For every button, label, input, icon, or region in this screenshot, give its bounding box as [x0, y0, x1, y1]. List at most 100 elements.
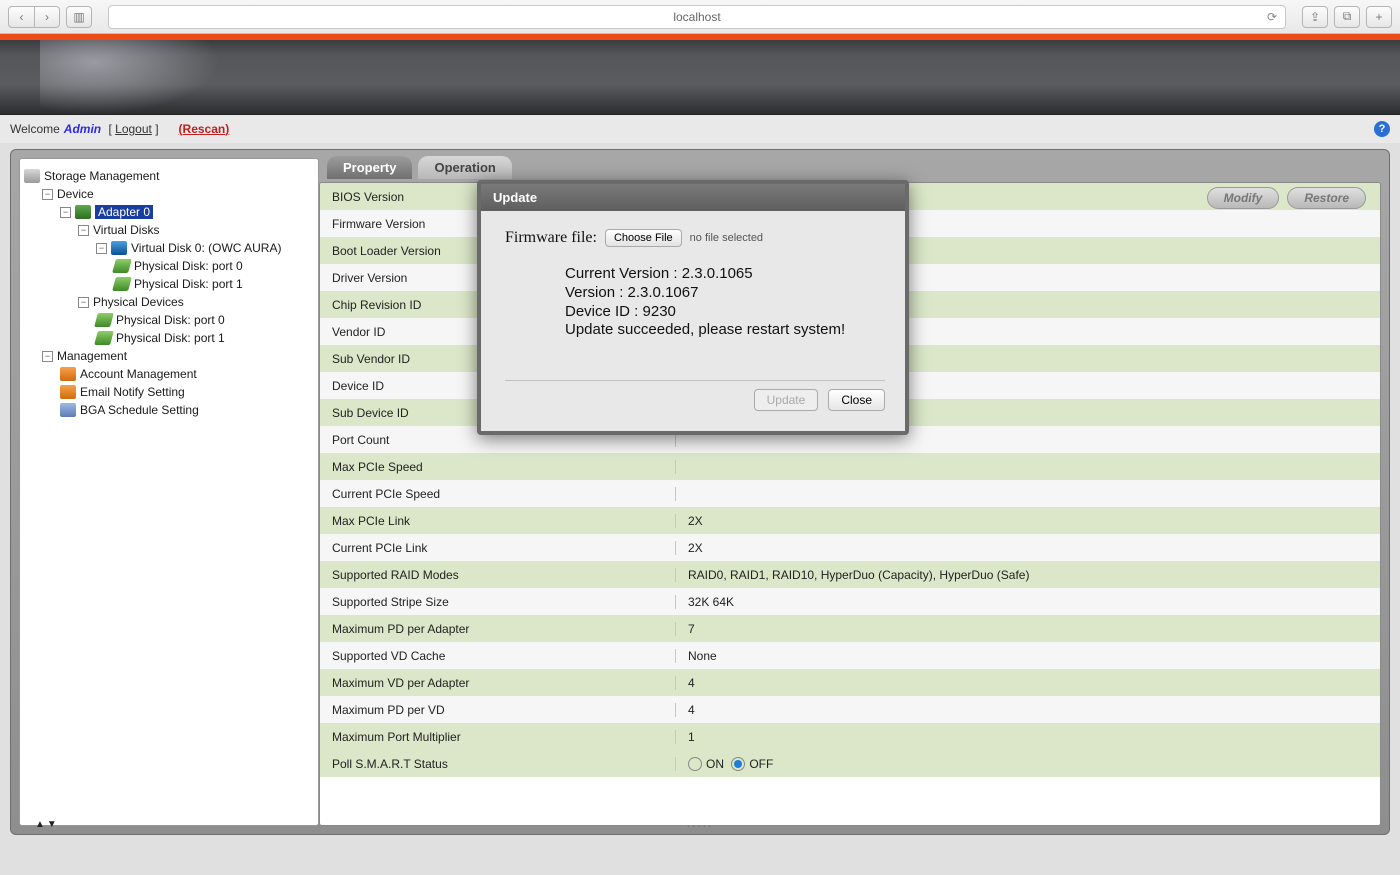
- property-label: Supported VD Cache: [320, 649, 676, 663]
- calendar-icon: [60, 403, 76, 417]
- admin-user-link[interactable]: Admin: [64, 122, 101, 136]
- browser-toolbar: ‹ › ▥ localhost ⟳ ⇪ ⧉ +: [0, 0, 1400, 34]
- users-icon: [60, 367, 76, 381]
- device-id-text: Device ID : 9230: [565, 303, 885, 322]
- sidebar-toggle-button[interactable]: ▥: [66, 6, 92, 28]
- expander-icon[interactable]: −: [96, 243, 107, 254]
- root-icon: [24, 169, 40, 183]
- smart-off-radio[interactable]: [731, 757, 745, 771]
- restore-button[interactable]: Restore: [1287, 187, 1366, 209]
- smart-off-label: OFF: [749, 757, 773, 771]
- property-row: Maximum PD per VD4: [320, 696, 1380, 723]
- tree-pd0[interactable]: Physical Disk: port 0: [134, 259, 243, 273]
- no-file-label: no file selected: [690, 232, 763, 244]
- property-value: None: [676, 649, 1380, 663]
- expander-icon[interactable]: −: [78, 297, 89, 308]
- rescan-link[interactable]: (Rescan): [179, 122, 230, 136]
- tree-virtual-disks[interactable]: Virtual Disks: [93, 223, 159, 237]
- property-row: Max PCIe Speed: [320, 453, 1380, 480]
- tree-account[interactable]: Account Management: [80, 367, 197, 381]
- property-row: Maximum VD per Adapter4: [320, 669, 1380, 696]
- welcome-label: Welcome: [10, 122, 60, 136]
- share-button[interactable]: ⇪: [1302, 6, 1328, 28]
- property-value: 4: [676, 703, 1380, 717]
- tree-device[interactable]: Device: [57, 187, 94, 201]
- property-row: Maximum Port Multiplier1: [320, 723, 1380, 750]
- current-version-text: Current Version : 2.3.0.1065: [565, 265, 885, 284]
- tree-adapter-selected[interactable]: Adapter 0: [95, 205, 153, 219]
- property-value: 2X: [676, 541, 1380, 555]
- url-text: localhost: [673, 10, 720, 24]
- property-label: Current PCIe Speed: [320, 487, 676, 501]
- tree-ppd0[interactable]: Physical Disk: port 0: [116, 313, 225, 327]
- property-label: Poll S.M.A.R.T Status: [320, 757, 676, 771]
- property-row: Current PCIe Speed: [320, 480, 1380, 507]
- choose-file-button[interactable]: Choose File: [605, 229, 682, 247]
- property-value: 2X: [676, 514, 1380, 528]
- reload-icon[interactable]: ⟳: [1267, 10, 1277, 24]
- tree-bga[interactable]: BGA Schedule Setting: [80, 403, 199, 417]
- property-value: RAID0, RAID1, RAID10, HyperDuo (Capacity…: [676, 568, 1380, 582]
- expander-icon[interactable]: −: [42, 189, 53, 200]
- expander-icon[interactable]: −: [60, 207, 71, 218]
- app-header: [0, 40, 1400, 115]
- address-bar[interactable]: localhost ⟳: [108, 5, 1286, 29]
- collapse-handle[interactable]: ▲▼: [35, 819, 59, 830]
- property-label: Current PCIe Link: [320, 541, 676, 555]
- help-icon[interactable]: ?: [1374, 121, 1390, 137]
- property-label: Supported RAID Modes: [320, 568, 676, 582]
- update-message-text: Update succeeded, please restart system!: [565, 321, 885, 340]
- property-label: Maximum PD per VD: [320, 703, 676, 717]
- pdisk-icon: [94, 313, 114, 327]
- tree-pd1[interactable]: Physical Disk: port 1: [134, 277, 243, 291]
- close-button[interactable]: Close: [828, 389, 885, 411]
- property-label: Supported Stripe Size: [320, 595, 676, 609]
- control-bar: Welcome Admin [ Logout ] (Rescan) ?: [0, 115, 1400, 143]
- expander-icon[interactable]: −: [42, 351, 53, 362]
- property-row: Current PCIe Link2X: [320, 534, 1380, 561]
- update-modal: Update Firmware file: Choose File no fil…: [477, 180, 909, 435]
- property-value: 4: [676, 676, 1380, 690]
- property-label: Max PCIe Speed: [320, 460, 676, 474]
- tree-ppd1[interactable]: Physical Disk: port 1: [116, 331, 225, 345]
- adapter-icon: [75, 205, 91, 219]
- pdisk-icon: [112, 277, 132, 291]
- resize-grip[interactable]: ·····: [687, 821, 714, 832]
- modal-title: Update: [481, 184, 905, 211]
- tree-physical-devices[interactable]: Physical Devices: [93, 295, 184, 309]
- property-value: 1: [676, 730, 1380, 744]
- firmware-file-label: Firmware file:: [505, 229, 597, 247]
- divider: [505, 380, 885, 381]
- property-label: Maximum VD per Adapter: [320, 676, 676, 690]
- update-button[interactable]: Update: [754, 389, 819, 411]
- tree-root[interactable]: Storage Management: [44, 169, 159, 183]
- version-text: Version : 2.3.0.1067: [565, 284, 885, 303]
- forward-button[interactable]: ›: [34, 6, 60, 28]
- expander-icon[interactable]: −: [78, 225, 89, 236]
- property-label: Maximum Port Multiplier: [320, 730, 676, 744]
- tree-management[interactable]: Management: [57, 349, 127, 363]
- property-label: Max PCIe Link: [320, 514, 676, 528]
- pdisk-icon: [94, 331, 114, 345]
- back-button[interactable]: ‹: [8, 6, 34, 28]
- tree-email[interactable]: Email Notify Setting: [80, 385, 185, 399]
- tree-vd0[interactable]: Virtual Disk 0: (OWC AURA): [131, 241, 281, 255]
- property-row: Supported Stripe Size32K 64K: [320, 588, 1380, 615]
- pdisk-icon: [112, 259, 132, 273]
- property-row: Supported RAID ModesRAID0, RAID1, RAID10…: [320, 561, 1380, 588]
- smart-on-label: ON: [706, 757, 724, 771]
- property-row: Supported VD CacheNone: [320, 642, 1380, 669]
- tab-property[interactable]: Property: [327, 156, 412, 179]
- property-value: 32K 64K: [676, 595, 1380, 609]
- nav-tree: Storage Management −Device −Adapter 0 −V…: [19, 158, 319, 826]
- modify-button[interactable]: Modify: [1207, 187, 1280, 209]
- property-row: Max PCIe Link2X: [320, 507, 1380, 534]
- new-tab-button[interactable]: +: [1366, 6, 1392, 28]
- logout-link[interactable]: Logout: [115, 122, 152, 136]
- property-value: 7: [676, 622, 1380, 636]
- smart-on-radio[interactable]: [688, 757, 702, 771]
- tab-operation[interactable]: Operation: [418, 156, 511, 179]
- property-row: Maximum PD per Adapter7: [320, 615, 1380, 642]
- tabs-button[interactable]: ⧉: [1334, 6, 1360, 28]
- vdisk-icon: [111, 241, 127, 255]
